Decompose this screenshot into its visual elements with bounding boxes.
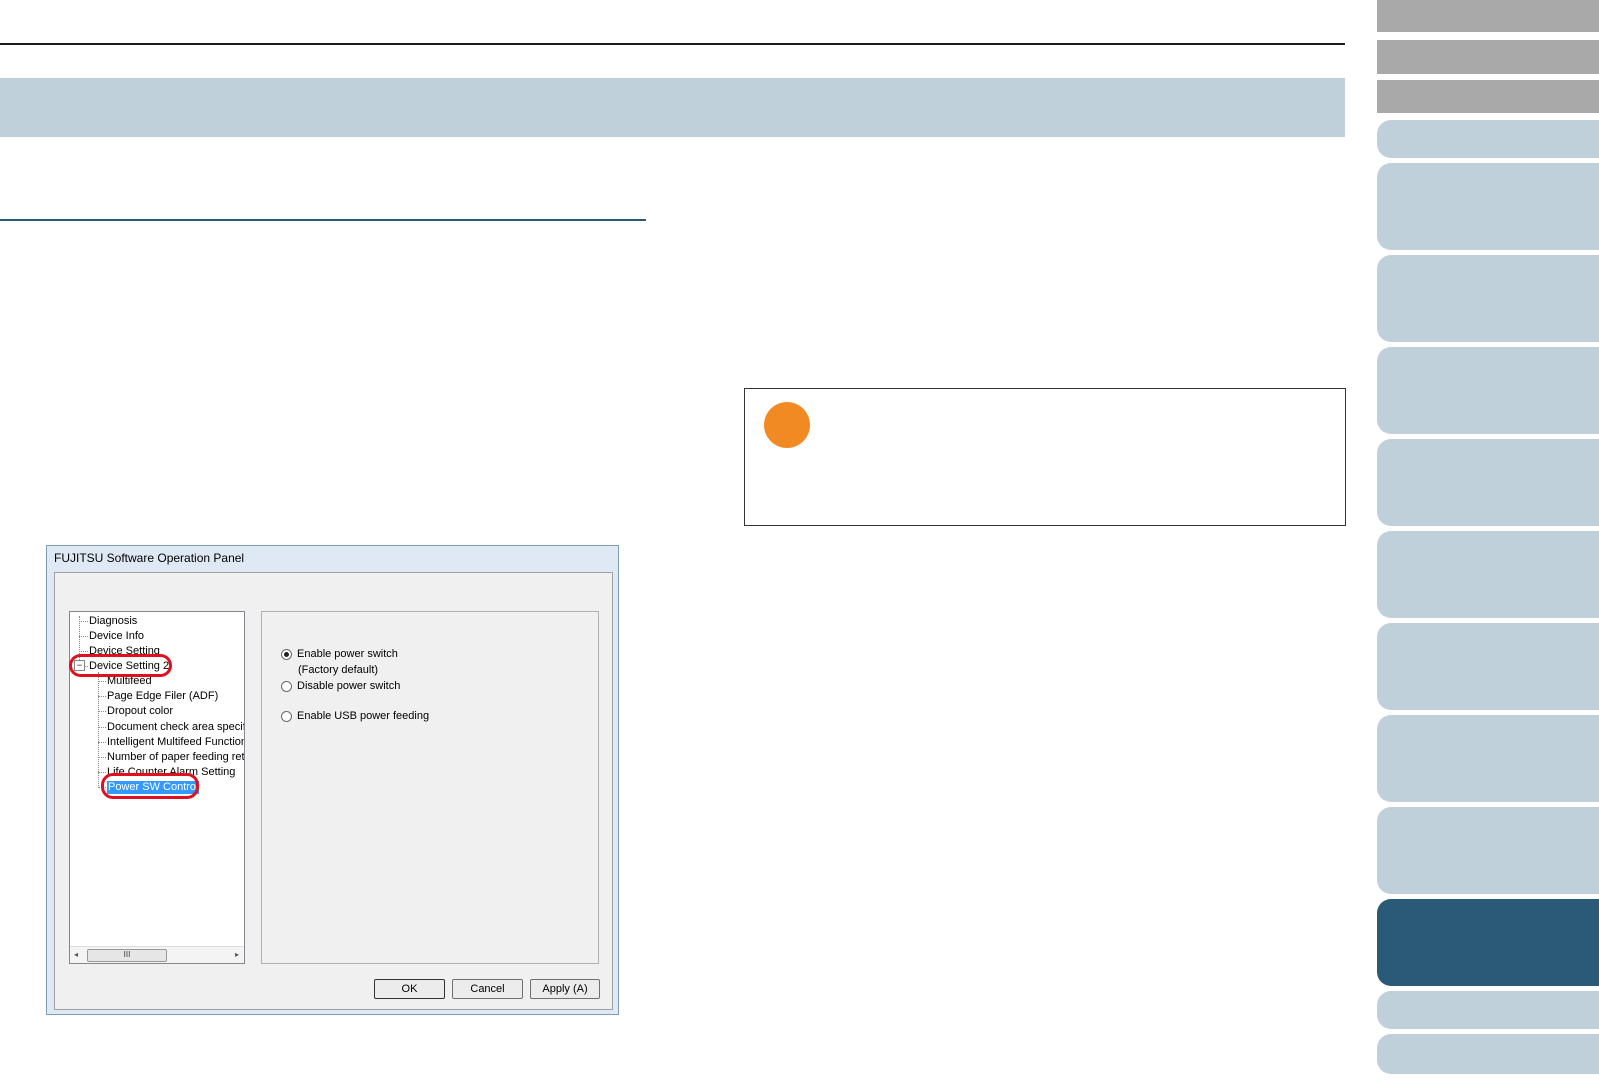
dialog-title: FUJITSU Software Operation Panel [54,551,245,565]
tree-item-page-edge-filer[interactable]: Page Edge Filer (ADF) [107,690,218,703]
nav-tab-top-1[interactable] [1377,0,1599,32]
tree-line [98,681,106,682]
nav-tab-9[interactable] [1377,807,1599,894]
cancel-button[interactable]: Cancel [452,979,523,999]
tree-item-intelligent-multifeed[interactable]: Intelligent Multifeed Function [107,736,244,749]
tree-line [98,672,99,788]
nav-tab-4[interactable] [1377,347,1599,434]
top-rule [0,43,1345,45]
tree-item-device-info[interactable]: Device Info [89,630,144,643]
nav-tab-1[interactable] [1377,120,1599,158]
tree-line [98,711,106,712]
radio-disable-power-switch[interactable] [281,680,292,692]
highlight-device-setting-2 [69,654,172,677]
tree-item-document-check-area[interactable]: Document check area specific [107,721,244,734]
scroll-thumb[interactable]: III [87,949,167,962]
tree-item-diagnosis[interactable]: Diagnosis [89,615,137,628]
tree-line [79,636,88,637]
scroll-right-arrow-icon[interactable]: ▸ [235,950,239,959]
tree-line [98,742,106,743]
tree-item-paper-feeding-retries[interactable]: Number of paper feeding retrie [107,751,244,764]
nav-tab-5[interactable] [1377,439,1599,526]
nav-tab-8[interactable] [1377,715,1599,802]
note-box [744,388,1346,526]
tree-line [79,621,88,622]
tree-line [98,727,106,728]
nav-tab-top-2[interactable] [1377,40,1599,74]
tree-line [98,696,106,697]
apply-button[interactable]: Apply (A) [530,979,600,999]
section-rule [0,219,646,221]
option-factory-default-note: (Factory default) [298,664,379,676]
option-label: Disable power switch [297,680,401,692]
nav-tab-2[interactable] [1377,163,1599,250]
power-switch-settings-panel: Enable power switch (Factory default) Di… [261,611,599,964]
nav-tab-top-3[interactable] [1377,80,1599,113]
ok-button[interactable]: OK [374,979,445,999]
tree-item-dropout-color[interactable]: Dropout color [107,705,173,718]
tree-line [79,651,88,652]
nav-tab-3[interactable] [1377,255,1599,342]
title-band [0,78,1345,137]
radio-enable-usb-power-feeding[interactable] [281,710,292,722]
tree-line [98,757,106,758]
nav-tab-current[interactable] [1377,899,1599,986]
nav-tab-10[interactable] [1377,991,1599,1029]
option-label: Enable power switch [297,648,398,660]
option-enable-usb-power-feeding[interactable]: Enable USB power feeding [281,710,429,722]
attention-icon [764,402,810,448]
option-disable-power-switch[interactable]: Disable power switch [281,680,400,692]
nav-tab-7[interactable] [1377,623,1599,710]
tree-horizontal-scrollbar[interactable]: ◂ III ▸ [70,946,244,963]
radio-enable-power-switch[interactable] [281,648,292,660]
scroll-left-arrow-icon[interactable]: ◂ [74,950,78,959]
option-enable-power-switch[interactable]: Enable power switch [281,648,398,660]
highlight-power-sw-control [101,773,199,799]
option-label: Enable USB power feeding [297,710,430,722]
tree-line [98,772,106,773]
nav-tab-6[interactable] [1377,531,1599,618]
nav-tab-11[interactable] [1377,1034,1599,1074]
